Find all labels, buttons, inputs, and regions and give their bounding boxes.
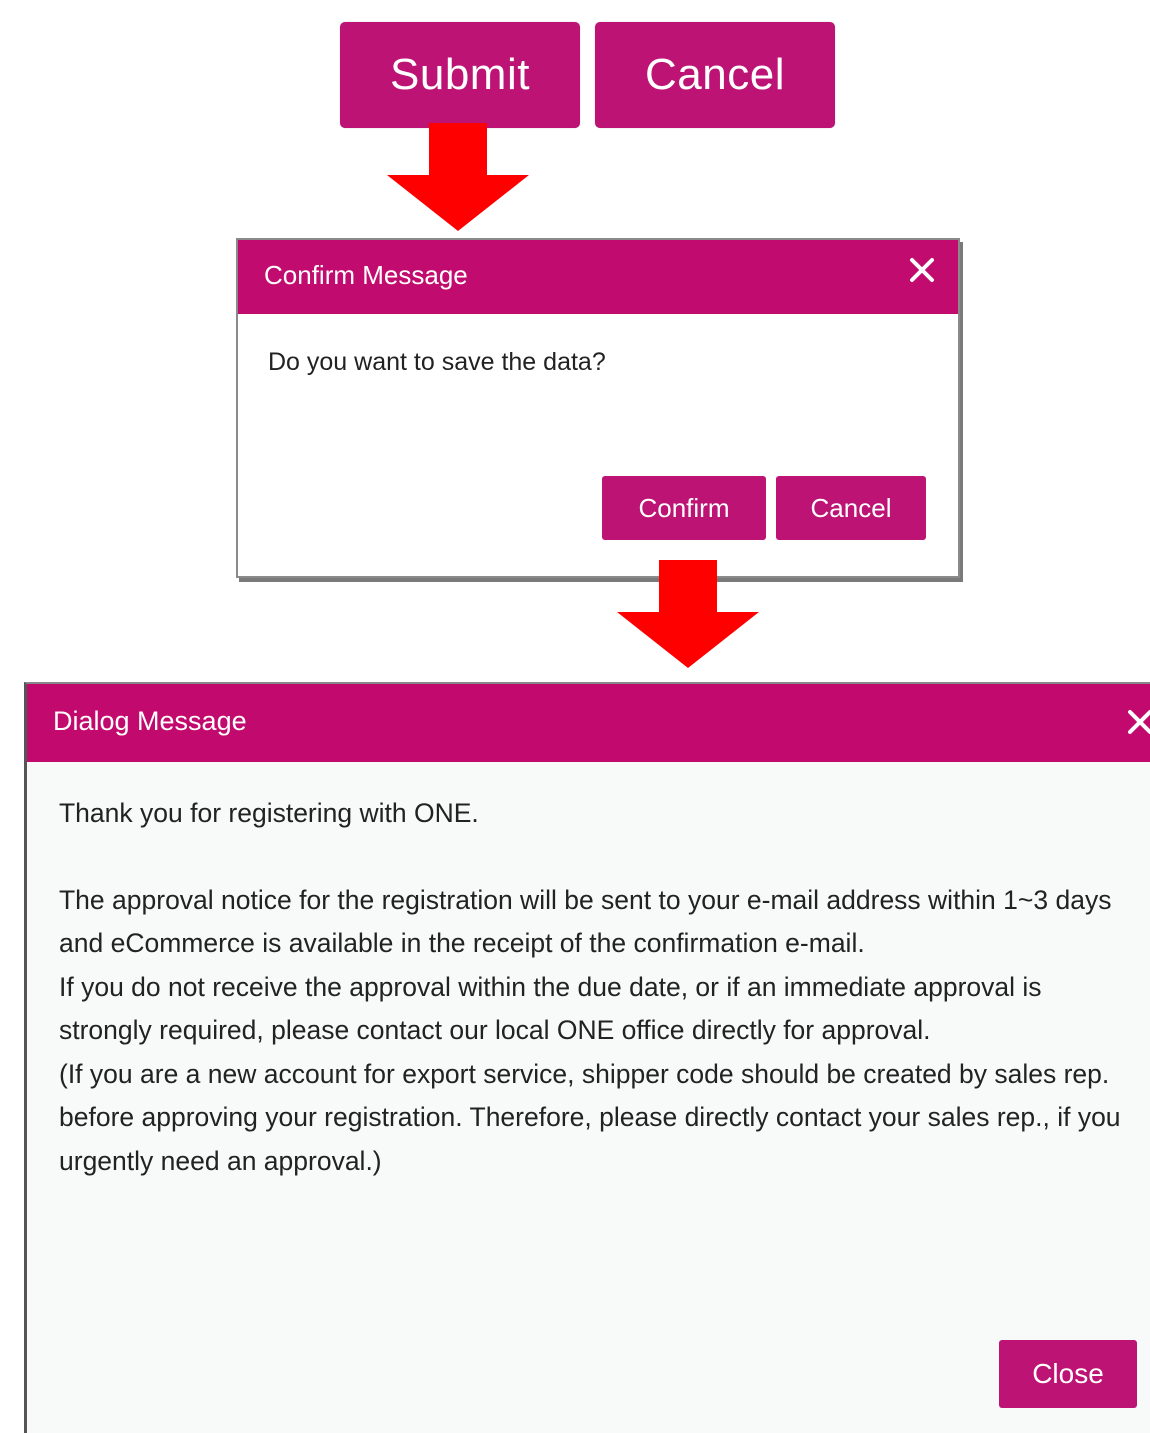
- message-paragraph: (If you are a new account for export ser…: [59, 1058, 1121, 1176]
- message-paragraph: The approval notice for the registration…: [59, 884, 1112, 959]
- message-paragraph: Thank you for registering with ONE.: [59, 798, 479, 828]
- cancel-button[interactable]: Cancel: [776, 476, 926, 540]
- message-dialog: Dialog Message Thank you for registering…: [24, 682, 1150, 1433]
- confirm-button[interactable]: Confirm: [602, 476, 766, 540]
- confirm-dialog-message: Do you want to save the data?: [268, 348, 606, 376]
- confirm-dialog-title: Confirm Message: [264, 260, 468, 290]
- cancel-button[interactable]: Cancel: [595, 22, 835, 128]
- message-dialog-header: Dialog Message: [27, 684, 1150, 762]
- confirm-dialog-header: Confirm Message: [238, 240, 958, 314]
- down-arrow-icon: [387, 123, 529, 231]
- submit-button[interactable]: Submit: [340, 22, 580, 128]
- message-dialog-title: Dialog Message: [53, 706, 247, 736]
- message-paragraph: If you do not receive the approval withi…: [59, 971, 1042, 1046]
- close-icon[interactable]: [1124, 706, 1150, 738]
- confirm-dialog: Confirm Message Do you want to save the …: [236, 238, 960, 578]
- close-button[interactable]: Close: [999, 1340, 1137, 1408]
- page: Submit Cancel Confirm Message Do you wan…: [0, 0, 1150, 1433]
- close-icon[interactable]: [906, 254, 938, 286]
- down-arrow-icon: [617, 560, 759, 668]
- message-dialog-body: Thank you for registering with ONE. The …: [59, 792, 1139, 1183]
